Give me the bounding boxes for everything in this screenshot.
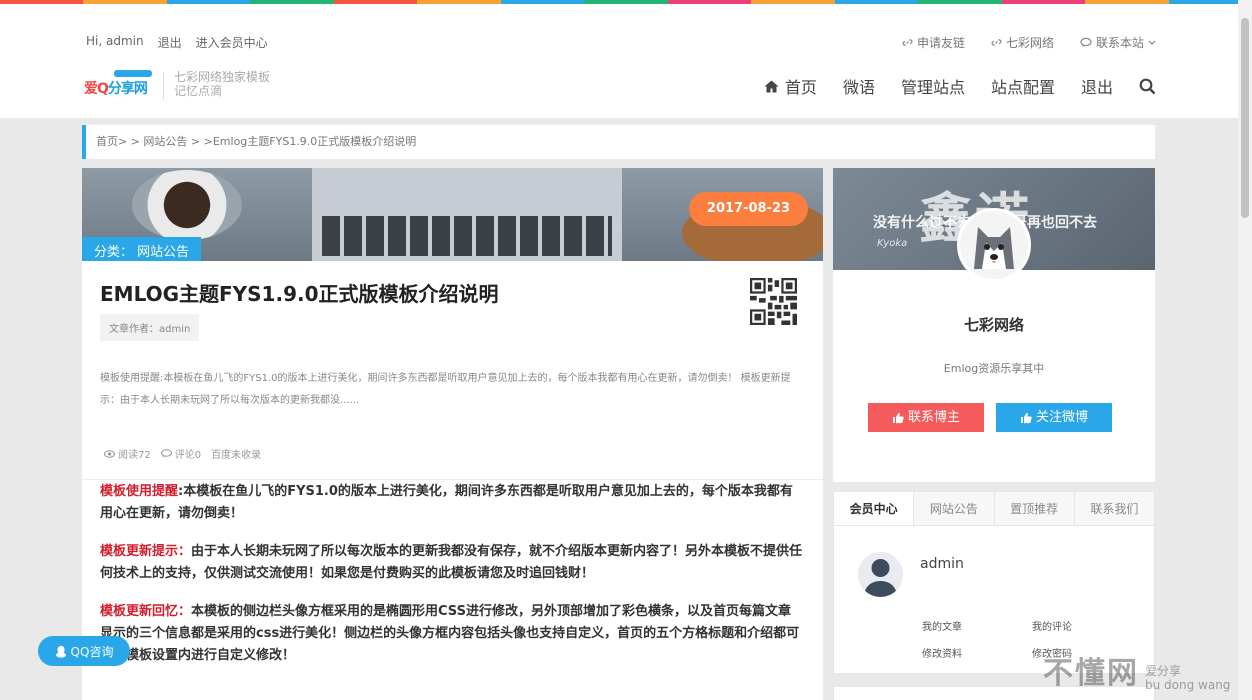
- nav-home[interactable]: 首页: [764, 74, 817, 98]
- tab-announcements[interactable]: 网站公告: [914, 492, 995, 525]
- cover-signature: Kyoka: [877, 238, 908, 249]
- search-icon[interactable]: [1139, 78, 1156, 95]
- nav-item-config[interactable]: 站点配置: [991, 74, 1055, 98]
- banner-cup: [132, 170, 242, 240]
- post-content: 模板使用提醒:本模板在鱼儿飞的FYS1.0的版本上进行美化，期间许多东西都是听取…: [100, 481, 803, 683]
- content-paragraph: 模板更新回忆：本模板的侧边栏头像方框采用的是椭圆形用CSS进行修改，另外顶部增加…: [100, 604, 800, 663]
- profile-name: 七彩网络: [963, 316, 1024, 334]
- article-card: 2017-08-23 分类： 网站公告 EMLOG主题FYS1.9.0正式版模板…: [82, 168, 823, 700]
- thumbs-up-icon: [892, 412, 904, 423]
- member-username: admin: [920, 556, 964, 572]
- tab-member-center[interactable]: 会员中心: [834, 492, 915, 525]
- article-banner: 2017-08-23 分类： 网站公告: [82, 168, 823, 261]
- qq-penguin-icon: [55, 645, 66, 658]
- content-paragraph: 模板更新提示：由于本人长期未玩网了所以每次版本的更新我都没有保存，就不介绍版本更…: [100, 544, 803, 581]
- logo-text: 爱Q分享网: [84, 81, 148, 97]
- watermark-big: 不懂网: [1043, 656, 1139, 691]
- logout-link[interactable]: 退出: [158, 34, 182, 51]
- author-tag: 文章作者：admin: [100, 314, 200, 341]
- profile-card: 鑫诺 没有什么过不去的，只是再也回不去 Kyoka 七彩网络 Emlog资源乐享…: [833, 168, 1155, 482]
- post-excerpt: 模板使用提醒:本模板在鱼儿飞的FYS1.0的版本上进行美化，期间许多东西都是听取…: [100, 373, 791, 406]
- apply-friend-label: 申请友链: [916, 36, 965, 50]
- site-logo[interactable]: 爱Q分享网: [84, 70, 152, 98]
- apply-friend-link[interactable]: 申请友链: [902, 34, 965, 51]
- logo-tag: [114, 70, 152, 77]
- eye-icon: [104, 449, 115, 458]
- contact-blogger-button[interactable]: 联系博主: [868, 403, 984, 432]
- my-articles-link[interactable]: 我的文章: [922, 618, 1032, 633]
- tab-pinned[interactable]: 置顶推荐: [994, 492, 1075, 525]
- watermark-pinyin: bu dong wang: [1145, 678, 1231, 692]
- site-tagline: 七彩网络独家模板 记忆点滴: [174, 70, 270, 98]
- edit-profile-link[interactable]: 修改资料: [922, 645, 1032, 660]
- banner-keyboard: [322, 216, 612, 256]
- link-icon: [991, 39, 1002, 46]
- tagline-line1: 七彩网络独家模板: [174, 70, 271, 84]
- nav-item-admin[interactable]: 管理站点: [901, 74, 965, 98]
- index-status: 百度未收录: [211, 450, 262, 461]
- post-meta: 阅读72 评论0 百度未收录: [104, 446, 261, 461]
- watermark: 不懂网 爱分享 bu dong wang: [1043, 648, 1230, 692]
- follow-weibo-button[interactable]: 关注微博: [996, 403, 1112, 432]
- chevron-down-icon: [1148, 40, 1156, 45]
- comment-count: 评论0: [160, 446, 201, 461]
- my-comments-link[interactable]: 我的评论: [1032, 618, 1132, 633]
- view-count: 阅读72: [104, 446, 151, 461]
- user-silhouette-icon: [864, 559, 897, 597]
- breadcrumb: 首页> > 网站公告 > >Emlog主题FYS1.9.0正式版模板介绍说明: [82, 125, 1155, 159]
- profile-avatar[interactable]: [957, 208, 1031, 282]
- home-icon: [764, 80, 779, 92]
- contact-site-label: 联系本站: [1095, 36, 1144, 50]
- watermark-small: 爱分享: [1145, 664, 1182, 678]
- post-title[interactable]: EMLOG主题FYS1.9.0正式版模板介绍说明: [100, 278, 499, 307]
- husky-avatar-icon: [960, 211, 1028, 279]
- top-links: 申请友链 七彩网络 联系本站: [902, 34, 1156, 51]
- category-tag[interactable]: 分类： 网站公告: [82, 237, 202, 261]
- nav-item-logout[interactable]: 退出: [1081, 74, 1113, 98]
- qr-code-icon: [750, 278, 797, 325]
- site-header: Hi, admin 退出 进入会员中心 申请友链 七彩网络 联系本站 爱Q分享网…: [0, 4, 1238, 118]
- greeting: Hi, admin: [86, 34, 144, 48]
- nav-home-label: 首页: [784, 78, 817, 97]
- tagline-line2: 记忆点滴: [174, 84, 223, 98]
- content-divider: [82, 479, 823, 480]
- main-nav: 首页 微语 管理站点 站点配置 退出: [764, 74, 1156, 98]
- qicai-link[interactable]: 七彩网络: [991, 34, 1054, 51]
- user-avatar: [858, 552, 903, 597]
- comment-icon: [160, 449, 172, 458]
- content-paragraph: 模板使用提醒:本模板在鱼儿飞的FYS1.0的版本上进行美化，期间许多东西都是听取…: [100, 484, 793, 521]
- logo-divider: [163, 72, 164, 100]
- chat-icon: [1080, 37, 1092, 47]
- page-scrollbar[interactable]: [1238, 0, 1252, 700]
- qq-consult-button[interactable]: QQ咨询: [38, 636, 130, 666]
- scrollbar-thumb[interactable]: [1241, 18, 1249, 218]
- qicai-label: 七彩网络: [1005, 36, 1054, 50]
- tab-contact-us[interactable]: 联系我们: [1074, 492, 1154, 525]
- thumbs-up-icon: [1020, 412, 1032, 423]
- link-icon: [902, 39, 913, 46]
- member-tabs: 会员中心 网站公告 置顶推荐 联系我们: [834, 492, 1154, 526]
- profile-desc: Emlog资源乐享其中: [943, 362, 1045, 375]
- watermark-side: 爱分享 bu dong wang: [1145, 664, 1230, 692]
- member-center-link[interactable]: 进入会员中心: [196, 34, 268, 51]
- member-card: 会员中心 网站公告 置顶推荐 联系我们 admin 我的文章 我的评论 修改资料…: [833, 491, 1155, 674]
- contact-site-link[interactable]: 联系本站: [1080, 34, 1156, 51]
- user-bar: Hi, admin 退出 进入会员中心: [86, 34, 268, 51]
- date-badge: 2017-08-23: [689, 192, 808, 226]
- nav-item-weiyu[interactable]: 微语: [843, 74, 875, 98]
